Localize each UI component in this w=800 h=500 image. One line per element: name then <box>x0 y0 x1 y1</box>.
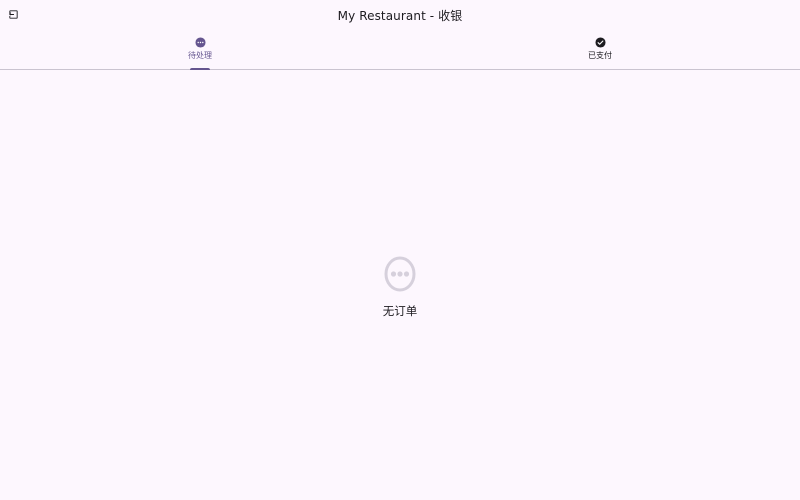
more-horiz-circle-icon <box>194 37 206 48</box>
page-title: My Restaurant - 收银 <box>337 9 463 23</box>
empty-state: 无订单 <box>0 255 800 319</box>
tab-pending-label: 待处理 <box>188 51 212 60</box>
order-tabs: 待处理 已支付 <box>0 30 800 70</box>
cashier-screen: My Restaurant - 收银 待处理 已支付 无订单 <box>0 0 800 500</box>
empty-state-text: 无订单 <box>382 304 418 318</box>
tab-paid-label: 已支付 <box>588 51 612 60</box>
check-circle-icon <box>594 37 606 48</box>
active-tab-indicator <box>190 68 210 70</box>
tab-pending[interactable]: 待处理 <box>0 30 400 70</box>
tab-paid[interactable]: 已支付 <box>400 30 800 69</box>
app-bar: My Restaurant - 收银 <box>0 0 800 30</box>
more-horiz-circle-outline-icon <box>384 256 416 292</box>
